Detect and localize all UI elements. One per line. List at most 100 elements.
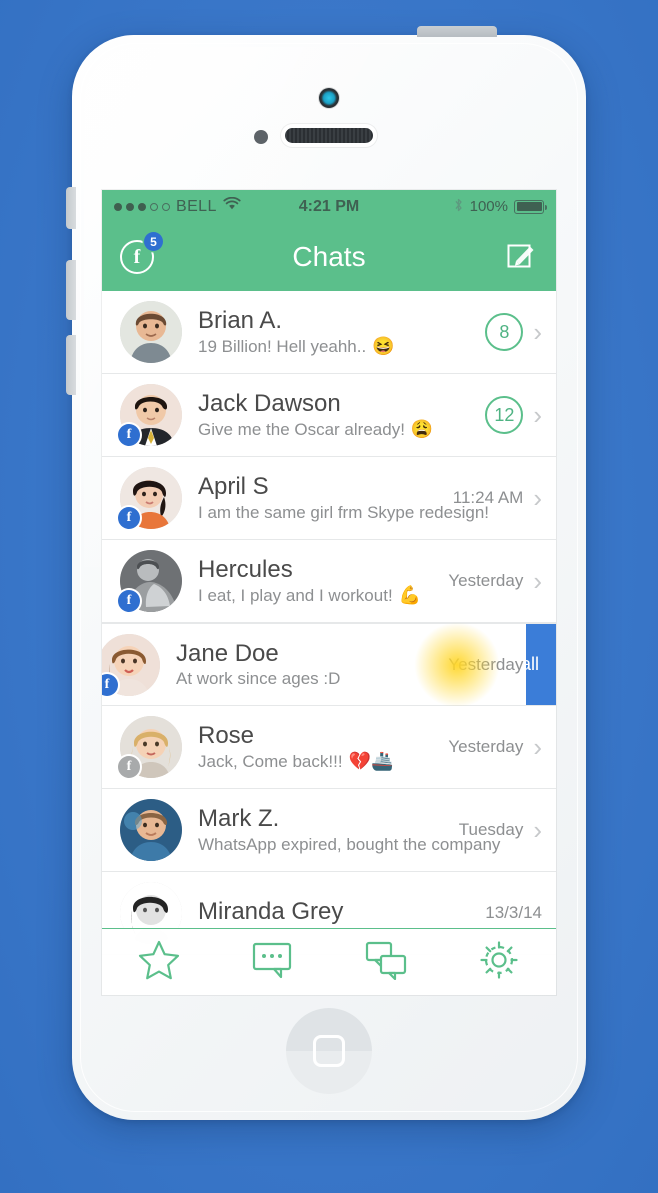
avatar: f xyxy=(118,384,182,446)
swipe-action-button[interactable]: Call xyxy=(526,624,556,705)
chat-list[interactable]: Brian A. 19 Billion! Hell yeahh.. 😆 8 › xyxy=(102,291,556,995)
battery-icon xyxy=(514,199,547,214)
chat-row-content: April S I am the same girl frm Skype red… xyxy=(182,473,489,523)
avatar xyxy=(120,799,182,861)
chat-row-content: Brian A. 19 Billion! Hell yeahh.. 😆 xyxy=(182,307,485,358)
chat-name: Miranda Grey xyxy=(198,898,344,926)
page-title: Chats xyxy=(292,241,366,272)
volume-down-button[interactable] xyxy=(66,335,76,395)
facebook-badge-icon: f xyxy=(118,590,140,612)
chat-name: Jane Doe xyxy=(176,639,279,667)
chat-name: Hercules xyxy=(198,555,293,583)
avatar: f xyxy=(102,633,160,696)
chat-preview-emoji: 😩 xyxy=(410,419,434,440)
chat-timestamp: Yesterday xyxy=(448,737,524,756)
home-button-square-icon xyxy=(313,1035,345,1067)
swipe-action-label: Call xyxy=(526,654,540,674)
chat-preview-text: I am the same girl frm Skype redesign! xyxy=(198,502,490,522)
chat-preview-text: At work since ages :D xyxy=(176,669,341,689)
chat-preview-text: Jack, Come back!!! xyxy=(198,751,343,771)
unread-badge: 12 xyxy=(485,396,524,434)
chat-name: April S xyxy=(198,473,269,501)
star-icon xyxy=(137,939,181,986)
chat-row-hercules[interactable]: f Hercules I eat, I play and I workout! … xyxy=(102,540,556,623)
chat-preview-text: I eat, I play and I workout! xyxy=(198,585,393,605)
chat-preview-emoji: 💪 xyxy=(398,585,422,606)
front-camera xyxy=(319,88,339,108)
signal-dot-3 xyxy=(138,202,146,211)
chat-timestamp: 11:24 AM xyxy=(452,488,524,507)
chat-preview-emoji: 💔🚢 xyxy=(348,751,394,772)
mute-switch[interactable] xyxy=(66,187,76,229)
chat-row-jane[interactable]: f Jane Doe At work since ages :D Yesterd… xyxy=(102,621,556,708)
chevron-right-icon: › xyxy=(533,317,542,347)
bluetooth-icon xyxy=(453,197,464,217)
proximity-sensor xyxy=(254,130,268,144)
chat-row-mark[interactable]: Mark Z. WhatsApp expired, bought the com… xyxy=(102,789,556,872)
earpiece-speaker xyxy=(285,128,373,143)
chat-timestamp: Tuesday xyxy=(458,820,524,839)
power-button[interactable] xyxy=(417,26,497,37)
signal-dot-5 xyxy=(162,202,170,211)
tab-chats[interactable] xyxy=(329,940,443,985)
chat-row-content: Mark Z. WhatsApp expired, bought the com… xyxy=(182,805,500,855)
chat-row-meta: Yesterday › xyxy=(448,568,556,594)
gear-icon xyxy=(478,939,520,986)
unread-badge: 8 xyxy=(485,313,524,351)
avatar-image-brian xyxy=(120,301,182,363)
chat-preview-text: 19 Billion! Hell yeahh.. xyxy=(198,336,367,356)
chat-row-meta: 8 › xyxy=(485,313,556,351)
volume-up-button[interactable] xyxy=(66,260,76,320)
chat-name: Brian A. xyxy=(198,306,283,334)
chevron-right-icon: › xyxy=(533,732,542,762)
chat-timestamp: Yesterday xyxy=(448,654,524,674)
chat-preview: Jack, Come back!!! 💔🚢 xyxy=(198,751,448,772)
chat-row-rose[interactable]: f Rose Jack, Come back!!! 💔🚢 Yesterday › xyxy=(102,706,556,789)
status-bar-clock: 4:21 PM xyxy=(298,197,360,215)
chat-row-content: Jane Doe At work since ages :D xyxy=(160,640,448,690)
chat-row-content: Hercules I eat, I play and I workout! 💪 xyxy=(182,556,448,607)
battery-percent-label: 100% xyxy=(469,198,508,215)
chat-preview: Give me the Oscar already! 😩 xyxy=(198,419,485,440)
signal-dot-1 xyxy=(114,202,122,211)
phone-screen: BELL 4:21 PM 100% f 5 Chats Brian A. 19 … xyxy=(102,190,556,995)
chat-row-meta: 12 › xyxy=(485,396,556,434)
facebook-badge-icon: f xyxy=(118,507,140,529)
chat-preview: 19 Billion! Hell yeahh.. 😆 xyxy=(198,336,485,357)
status-bar: BELL 4:21 PM 100% xyxy=(102,190,556,223)
avatar: f xyxy=(118,716,182,778)
chat-row-meta: Yesterday › xyxy=(448,734,556,760)
status-bar-right: 100% xyxy=(374,197,547,217)
tab-bar xyxy=(102,928,556,995)
nav-bar: f 5 Chats xyxy=(102,223,556,291)
chat-name: Mark Z. xyxy=(198,805,280,833)
chat-row-brian[interactable]: Brian A. 19 Billion! Hell yeahh.. 😆 8 › xyxy=(102,291,556,374)
chat-timestamp: 13/3/14 xyxy=(485,903,542,922)
chat-row-april[interactable]: f April S I am the same girl frm Skype r… xyxy=(102,457,556,540)
wifi-icon xyxy=(223,196,241,216)
signal-strength-dots xyxy=(114,202,170,211)
chat-preview: At work since ages :D xyxy=(176,669,448,689)
facebook-badge-icon: f xyxy=(118,756,140,778)
signal-dot-4 xyxy=(150,202,158,211)
message-dots-icon xyxy=(251,940,293,985)
status-bar-left: BELL xyxy=(114,196,284,216)
facebook-badge-icon: f xyxy=(118,424,140,446)
chat-row-meta: Tuesday › xyxy=(459,817,556,843)
chat-preview-emoji: 😆 xyxy=(372,336,395,357)
chat-preview: I eat, I play and I workout! 💪 xyxy=(198,585,448,606)
tab-messages[interactable] xyxy=(216,940,330,985)
tab-settings[interactable] xyxy=(443,939,557,986)
avatar: f xyxy=(118,550,182,612)
chat-name: Jack Dawson xyxy=(198,389,341,417)
chat-preview-text: WhatsApp expired, bought the company xyxy=(198,834,501,854)
avatar: f xyxy=(118,467,182,529)
home-button[interactable] xyxy=(286,1008,372,1094)
chat-row-jack[interactable]: f Jack Dawson Give me the Oscar already!… xyxy=(102,374,556,457)
chat-name: Rose xyxy=(198,721,255,749)
tab-favorites[interactable] xyxy=(102,939,216,986)
chat-preview-text: Give me the Oscar already! xyxy=(198,419,405,439)
chat-timestamp: Yesterday xyxy=(448,571,524,590)
chat-row-meta: 11:24 AM › xyxy=(453,485,556,511)
chat-row-content: Miranda Grey xyxy=(182,898,485,928)
